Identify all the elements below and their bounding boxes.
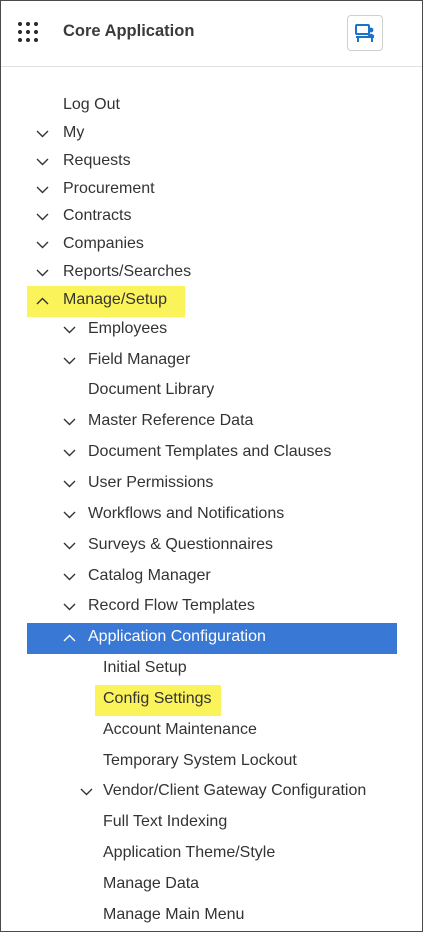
- user-desk-icon: [355, 24, 375, 42]
- chevron-down-icon[interactable]: [35, 210, 49, 224]
- menu-item-temporary-system-lockout[interactable]: Temporary System Lockout: [1, 747, 422, 777]
- menu-item-label: Manage Main Menu: [103, 906, 245, 923]
- menu-item-label: Companies: [63, 235, 144, 252]
- chevron-up-icon[interactable]: [62, 631, 76, 645]
- menu-item-label: Procurement: [63, 180, 155, 197]
- chevron-up-icon[interactable]: [35, 294, 49, 308]
- chevron-down-icon[interactable]: [62, 508, 76, 522]
- chevron-down-icon[interactable]: [79, 785, 93, 799]
- chevron-down-icon[interactable]: [62, 415, 76, 429]
- menu-item-label: Application Configuration: [88, 628, 266, 645]
- menu-item-label: Document Templates and Clauses: [88, 443, 332, 460]
- menu-item-document-templates-and-clauses[interactable]: Document Templates and Clauses: [1, 438, 422, 468]
- menu-item-workflows-and-notifications[interactable]: Workflows and Notifications: [1, 500, 422, 530]
- menu-item-label: My: [63, 124, 85, 141]
- chevron-down-icon[interactable]: [62, 477, 76, 491]
- menu-item-label: User Permissions: [88, 474, 214, 491]
- menu-item-reports-searches[interactable]: Reports/Searches: [1, 258, 422, 288]
- menu-item-label: Surveys & Questionnaires: [88, 536, 273, 553]
- chevron-down-icon[interactable]: [62, 446, 76, 460]
- user-button[interactable]: [347, 15, 383, 51]
- apps-grid-icon[interactable]: [17, 21, 41, 45]
- menu-item-surveys-questionnaires[interactable]: Surveys & Questionnaires: [1, 531, 422, 561]
- menu-item-label: Initial Setup: [103, 659, 187, 676]
- menu-item-label: Full Text Indexing: [103, 813, 228, 830]
- menu-item-label: Manage Data: [103, 875, 200, 892]
- menu-item-log-out[interactable]: Log Out: [1, 91, 422, 121]
- chevron-down-icon[interactable]: [62, 600, 76, 614]
- menu-item-label: Employees: [88, 320, 168, 337]
- menu-item-label: Master Reference Data: [88, 412, 254, 429]
- menu-item-manage-main-menu[interactable]: Manage Main Menu: [1, 901, 422, 931]
- chevron-down-icon[interactable]: [62, 570, 76, 584]
- menu-item-label: Catalog Manager: [88, 567, 211, 584]
- menu-item-label: Application Theme/Style: [103, 844, 276, 861]
- menu-item-employees[interactable]: Employees: [1, 315, 422, 345]
- header: Core Application: [1, 1, 422, 67]
- menu-item-account-maintenance[interactable]: Account Maintenance: [1, 716, 422, 746]
- menu-item-my[interactable]: My: [1, 119, 422, 149]
- chevron-down-icon[interactable]: [35, 266, 49, 280]
- menu-item-label: Account Maintenance: [103, 721, 257, 738]
- menu-item-record-flow-templates[interactable]: Record Flow Templates: [1, 592, 422, 622]
- menu-item-label: Document Library: [88, 381, 215, 398]
- menu-item-label: Vendor/Client Gateway Configuration: [103, 782, 367, 799]
- menu-item-label: Field Manager: [88, 351, 191, 368]
- navigation-panel: Core Application Log Out My Requests Procur…: [0, 0, 423, 932]
- menu-item-label: Log Out: [63, 96, 120, 113]
- menu-item-label: Workflows and Notifications: [88, 505, 285, 522]
- chevron-down-icon[interactable]: [62, 354, 76, 368]
- chevron-down-icon[interactable]: [62, 539, 76, 553]
- menu-item-catalog-manager[interactable]: Catalog Manager: [1, 562, 422, 592]
- menu-item-label: Config Settings: [103, 690, 212, 707]
- menu-item-companies[interactable]: Companies: [1, 230, 422, 260]
- menu-item-procurement[interactable]: Procurement: [1, 175, 422, 205]
- menu-item-document-library[interactable]: Document Library: [1, 376, 422, 406]
- menu-item-user-permissions[interactable]: User Permissions: [1, 469, 422, 499]
- menu-item-manage-data[interactable]: Manage Data: [1, 870, 422, 900]
- menu-item-label: Reports/Searches: [63, 263, 192, 280]
- menu-item-application-theme-style[interactable]: Application Theme/Style: [1, 839, 422, 869]
- menu-item-contracts[interactable]: Contracts: [1, 202, 422, 232]
- chevron-down-icon[interactable]: [35, 238, 49, 252]
- menu-item-label: Temporary System Lockout: [103, 752, 297, 769]
- menu-item-master-reference-data[interactable]: Master Reference Data: [1, 407, 422, 437]
- menu-item-label: Manage/Setup: [63, 291, 168, 308]
- menu-item-label: Contracts: [63, 207, 132, 224]
- menu-item-full-text-indexing[interactable]: Full Text Indexing: [1, 808, 422, 838]
- chevron-down-icon[interactable]: [62, 323, 76, 337]
- chevron-down-icon[interactable]: [35, 127, 49, 141]
- app-title: Core Application: [63, 22, 195, 40]
- menu-item-vendor-client-gateway-configuration[interactable]: Vendor/Client Gateway Configuration: [1, 777, 422, 807]
- menu-item-config-settings[interactable]: Config Settings: [1, 685, 422, 715]
- menu-item-field-manager[interactable]: Field Manager: [1, 346, 422, 376]
- menu-item-label: Record Flow Templates: [88, 597, 255, 614]
- menu-item-manage-setup[interactable]: Manage/Setup: [1, 286, 422, 316]
- menu-item-label: Requests: [63, 152, 131, 169]
- menu-item-requests[interactable]: Requests: [1, 147, 422, 177]
- menu-item-initial-setup[interactable]: Initial Setup: [1, 654, 422, 684]
- menu-item-application-configuration[interactable]: Application Configuration: [1, 623, 422, 653]
- chevron-down-icon[interactable]: [35, 155, 49, 169]
- chevron-down-icon[interactable]: [35, 183, 49, 197]
